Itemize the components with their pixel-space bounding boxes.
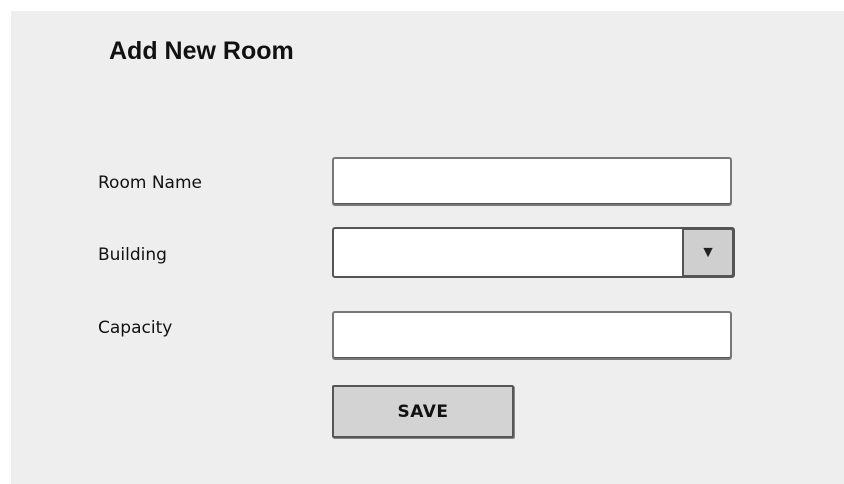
room-name-input[interactable] bbox=[332, 157, 732, 206]
capacity-input[interactable] bbox=[332, 311, 732, 360]
building-label: Building bbox=[98, 245, 167, 265]
building-select[interactable]: ▼ bbox=[332, 227, 735, 278]
building-dropdown-button[interactable]: ▼ bbox=[682, 228, 734, 277]
room-name-label: Room Name bbox=[98, 173, 202, 193]
capacity-label: Capacity bbox=[98, 318, 173, 338]
triangle-down-icon: ▼ bbox=[700, 243, 716, 261]
save-button[interactable]: SAVE bbox=[332, 385, 514, 438]
page-title: Add New Room bbox=[109, 37, 294, 65]
